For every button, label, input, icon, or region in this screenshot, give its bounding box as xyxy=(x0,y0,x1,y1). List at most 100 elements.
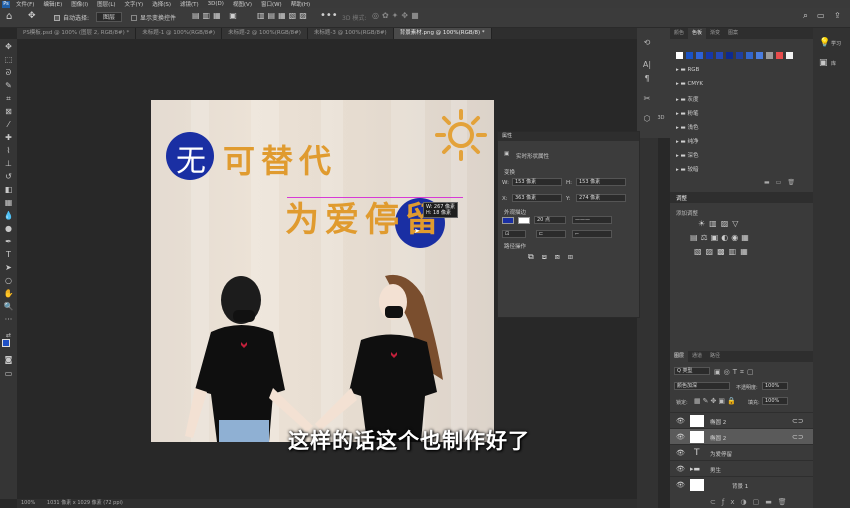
zoom-level[interactable]: 100% xyxy=(21,500,35,506)
color-swatch[interactable] xyxy=(726,52,733,59)
menu-image[interactable]: 图像(I) xyxy=(71,0,88,8)
y-field[interactable]: 274 像素 xyxy=(576,194,626,202)
learn-icon[interactable]: 💡 xyxy=(819,38,830,48)
eraser-tool-icon[interactable]: ◧ xyxy=(3,185,14,194)
document-info[interactable]: 1031 像素 x 1029 像素 (72 ppi) xyxy=(47,500,123,506)
path-operations-section[interactable]: 路径操作 xyxy=(504,242,645,250)
layer-name[interactable]: 背景 1 xyxy=(732,482,748,490)
tab-patterns[interactable]: 图案 xyxy=(724,28,742,39)
color-swatch[interactable] xyxy=(776,52,783,59)
dodge-tool-icon[interactable]: ● xyxy=(3,224,14,233)
character-panel-icon[interactable]: A| xyxy=(641,60,653,72)
type-tool-icon[interactable]: T xyxy=(3,250,14,259)
link-icon[interactable]: ⊂⊃ xyxy=(792,417,804,425)
fill-color-swatch[interactable] xyxy=(502,217,514,224)
color-swatch[interactable] xyxy=(696,52,703,59)
adjustment-icons-row-1[interactable]: ☀▥▨▽ xyxy=(698,219,742,228)
layer-row-selected[interactable]: 👁 椭圆 2 ⊂⊃ xyxy=(670,428,813,444)
stroke-size-field[interactable]: 20 点 xyxy=(534,216,566,224)
move-tool-icon[interactable]: ✥ xyxy=(3,42,14,51)
swatch-folder-darker[interactable]: ▸ ▬ 较暗 xyxy=(676,165,698,173)
ellipse-tool-icon[interactable]: ○ xyxy=(3,276,14,285)
tab-gradients[interactable]: 渐变 xyxy=(706,28,724,39)
layer-name[interactable]: 椭圆 2 xyxy=(710,418,726,426)
transform-controls-checkbox[interactable] xyxy=(131,15,137,21)
menu-view[interactable]: 视图(V) xyxy=(233,0,252,8)
transform-section[interactable]: 变换 xyxy=(504,168,645,176)
quick-select-tool-icon[interactable]: ✎ xyxy=(3,81,14,90)
layer-panel-buttons[interactable]: ⊂ƒx◑▢▬🗑 xyxy=(710,498,793,506)
color-swatch[interactable] xyxy=(756,52,763,59)
menu-3d[interactable]: 3D(D) xyxy=(208,1,224,7)
quick-mask-icon[interactable]: ◙ xyxy=(3,355,14,364)
align-stroke-dropdown[interactable]: ⊡ xyxy=(502,230,526,238)
tools-panel-icon[interactable]: ✂ xyxy=(641,94,653,106)
menu-file[interactable]: 文件(F) xyxy=(16,0,34,8)
document-canvas[interactable]: 无 可替代 为爱停留 W: 267 像素 H: 18 像素 ➤ xyxy=(151,100,494,442)
width-field[interactable]: 153 像素 xyxy=(512,178,562,186)
color-swatch[interactable] xyxy=(686,52,693,59)
adjustment-icons-row-3[interactable]: ▧▨▩▥▦ xyxy=(694,247,752,256)
history-panel-icon[interactable]: ⟲ xyxy=(641,38,653,50)
corner-dropdown[interactable]: ⌐ xyxy=(572,230,612,238)
layer-name[interactable]: 为爱停留 xyxy=(710,450,732,458)
swatch-folder-gray[interactable]: ▸ ▬ 灰度 xyxy=(676,95,698,103)
link-icon[interactable]: ⊂⊃ xyxy=(792,433,804,441)
tab-untitled-2[interactable]: 未标题-2 @ 100%(RGB/8#) xyxy=(222,28,308,39)
color-swatch[interactable] xyxy=(746,52,753,59)
layer-kind-filter[interactable]: Q 类型 xyxy=(674,367,710,375)
layer-name[interactable]: 椭圆 2 xyxy=(710,434,726,442)
healing-brush-icon[interactable]: ✚ xyxy=(3,133,14,142)
color-swatch[interactable] xyxy=(766,52,773,59)
layer-row[interactable]: 👁 椭圆 2 ⊂⊃ xyxy=(670,412,813,428)
opacity-field[interactable]: 100% xyxy=(762,382,788,390)
color-swatch[interactable] xyxy=(786,52,793,59)
libraries-label[interactable]: 库 xyxy=(831,60,836,67)
auto-select-dropdown[interactable]: 图层 xyxy=(96,12,123,22)
tab-layers[interactable]: 图层 xyxy=(670,351,689,362)
workspace-icon[interactable]: ▭ xyxy=(817,11,825,20)
lock-icons[interactable]: ▦✎✥▣🔒 xyxy=(694,397,738,405)
foreground-color-swatch[interactable] xyxy=(2,339,10,347)
layer-row[interactable]: 👁 ▸▬ 男生 xyxy=(670,460,813,476)
path-select-icon[interactable]: ➤ xyxy=(3,263,14,272)
swatch-folder-dark[interactable]: ▸ ▬ 深色 xyxy=(676,151,698,159)
3d-panel-icon[interactable]: ⬡ xyxy=(641,114,653,126)
x-field[interactable]: 363 像素 xyxy=(512,194,562,202)
color-swatch[interactable] xyxy=(706,52,713,59)
tab-ps-template[interactable]: PS模板.psd @ 100% (图层 2, RGB/8#) * xyxy=(17,28,137,39)
tab-channels[interactable]: 通道 xyxy=(688,351,706,362)
visibility-eye-icon[interactable]: 👁 xyxy=(676,417,685,425)
screen-mode-icon[interactable]: ▭ xyxy=(3,369,14,378)
home-icon[interactable]: ⌂ xyxy=(6,11,12,22)
hand-tool-icon[interactable]: ✋ xyxy=(3,289,14,298)
layer-row[interactable]: 👁 T 为爱停留 xyxy=(670,444,813,460)
lasso-tool-icon[interactable]: ᘐ xyxy=(3,68,14,77)
tab-untitled-3[interactable]: 未标题-3 @ 100%(RGB/8#) xyxy=(307,28,394,39)
zoom-tool-icon[interactable]: 🔍 xyxy=(3,302,14,311)
fill-field[interactable]: 100% xyxy=(762,397,788,405)
more-options-icon[interactable]: ••• xyxy=(320,10,338,21)
frame-tool-icon[interactable]: ⊠ xyxy=(3,107,14,116)
brush-tool-icon[interactable]: ⌇ xyxy=(3,146,14,155)
swatch-folder-pastel[interactable]: ▸ ▬ 粉笔 xyxy=(676,109,698,117)
search-icon[interactable]: ⌕ xyxy=(803,11,808,21)
menu-layer[interactable]: 图层(L) xyxy=(97,0,115,8)
menu-edit[interactable]: 编辑(E) xyxy=(43,0,62,8)
crop-tool-icon[interactable]: ⌗ xyxy=(3,94,14,103)
layer-name[interactable]: 男生 xyxy=(710,466,721,474)
swatch-folder-pure[interactable]: ▸ ▬ 纯净 xyxy=(676,137,698,145)
color-swatch[interactable] xyxy=(716,52,723,59)
appearance-section[interactable]: 外观描边 xyxy=(504,208,645,216)
height-field[interactable]: 153 像素 xyxy=(576,178,626,186)
photoshop-logo-icon[interactable]: Ps xyxy=(2,0,10,8)
blend-mode-dropdown[interactable]: 颜色加深 xyxy=(674,382,730,390)
more-tools-icon[interactable]: ··· xyxy=(3,315,14,324)
color-swatch[interactable] xyxy=(676,52,683,59)
stroke-color-swatch[interactable] xyxy=(518,217,530,224)
3d-mode-icons[interactable]: ◎✿✦✥■ xyxy=(372,11,422,20)
move-tool-icon[interactable]: ✥ xyxy=(28,11,36,21)
swatch-folder-cmyk[interactable]: ▸ ▬ CMYK xyxy=(676,81,703,87)
pen-tool-icon[interactable]: ✒ xyxy=(3,237,14,246)
marquee-tool-icon[interactable]: ⬚ xyxy=(3,55,14,64)
